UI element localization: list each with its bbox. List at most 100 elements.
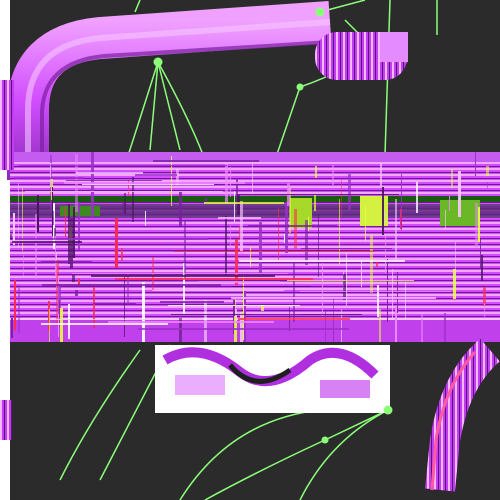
- glitch-streak: [348, 174, 351, 210]
- glitch-scanline: [186, 280, 238, 281]
- glitch-scanline: [160, 301, 224, 303]
- glitch-scanline: [12, 241, 82, 243]
- glitch-streak: [49, 309, 50, 342]
- glitch-streak: [385, 235, 386, 273]
- glitch-streak: [339, 199, 340, 264]
- glitch-streak: [384, 211, 385, 224]
- glitch-scanline: [41, 323, 168, 325]
- glitch-scanline: [15, 238, 208, 240]
- glitch-streak: [379, 309, 381, 342]
- glitch-streak: [315, 166, 317, 178]
- glitch-streak: [370, 235, 373, 293]
- glitch-streak: [325, 311, 326, 342]
- glitch-scanline: [174, 251, 374, 252]
- glitch-fragment-left: [0, 80, 14, 170]
- glitch-streak: [380, 163, 382, 186]
- glitch-streak: [53, 211, 54, 225]
- glitch-scanline: [14, 177, 84, 179]
- glitch-streak: [285, 202, 288, 253]
- glitch-streak: [361, 260, 362, 287]
- glitch-scanline: [168, 305, 300, 306]
- glitch-streak: [343, 274, 346, 300]
- glitch-streak: [72, 275, 75, 282]
- glitch-streak: [395, 307, 397, 342]
- glitch-scanline: [231, 297, 436, 299]
- glitch-scanline: [66, 180, 162, 181]
- glitch-streak: [395, 199, 397, 260]
- glitch-streak: [449, 196, 450, 211]
- glitch-inset-speckle: [320, 380, 370, 398]
- glitch-streak: [237, 194, 240, 215]
- glitch-streak: [11, 318, 13, 338]
- glitch-streak: [294, 209, 297, 249]
- glitch-streak: [240, 312, 243, 342]
- glitch-scanline: [218, 217, 261, 219]
- glitch-streak: [481, 255, 483, 281]
- glitch-streak: [50, 163, 51, 187]
- glitch-streak: [171, 156, 172, 206]
- glitch-streak: [240, 201, 243, 252]
- node-point: [321, 436, 329, 444]
- glitch-streak: [35, 214, 37, 279]
- glitch-streak: [14, 280, 16, 330]
- glitch-scanline: [25, 191, 223, 192]
- glitch-streak: [397, 272, 398, 313]
- glitch-streak: [225, 216, 227, 276]
- glitch-streak: [293, 261, 295, 322]
- glitch-streak: [333, 299, 334, 342]
- glitch-streak: [377, 285, 379, 317]
- glitch-streak: [10, 234, 12, 240]
- glitch-streak: [416, 182, 418, 213]
- glitch-scanline: [240, 194, 399, 195]
- glitch-scanline: [42, 284, 221, 286]
- glitch-scanline: [115, 278, 313, 280]
- glitch-scanline: [153, 160, 259, 162]
- glitch-streak: [252, 160, 253, 195]
- glitch-streak: [65, 207, 66, 237]
- node-point: [296, 83, 304, 91]
- glitch-streak: [480, 239, 481, 268]
- glitch-streak: [179, 191, 182, 226]
- glitch-streak: [52, 187, 53, 236]
- glitch-streak: [124, 193, 126, 214]
- glitch-streak: [421, 314, 423, 342]
- glitch-streak: [451, 169, 453, 188]
- glitch-scanline: [238, 318, 350, 320]
- glitch-scanline: [239, 260, 405, 262]
- glitch-streak: [230, 226, 231, 246]
- glitch-streak: [341, 180, 342, 217]
- node-point: [383, 405, 393, 415]
- glitch-streak: [486, 166, 489, 176]
- glitch-scanline: [300, 291, 451, 292]
- glitch-inset-speckle: [175, 375, 225, 395]
- glitch-streak: [278, 208, 279, 260]
- glitch-streak: [259, 222, 262, 273]
- glitch-streak: [145, 211, 146, 226]
- glitch-streak: [392, 269, 393, 318]
- glitch-scanline: [72, 273, 288, 274]
- glitch-streak: [59, 300, 60, 327]
- glitch-streak: [365, 206, 366, 241]
- glitch-streak: [250, 247, 251, 267]
- glitch-art-svg: [0, 0, 500, 500]
- glitch-streak: [184, 220, 186, 278]
- glitch-streak: [458, 171, 461, 217]
- glitch-streak: [387, 259, 388, 322]
- glitch-scanline: [204, 202, 284, 204]
- glitch-streak: [308, 217, 309, 231]
- glitch-streak: [13, 213, 15, 245]
- glitch-streak: [475, 203, 478, 248]
- glitch-scanline: [232, 286, 311, 287]
- glitch-streak: [401, 174, 402, 230]
- glitch-streak: [455, 242, 456, 276]
- glitch-scanline: [138, 328, 349, 330]
- glitch-streak: [314, 195, 316, 211]
- glitch-streak: [475, 152, 476, 176]
- glitch-scanline: [64, 182, 245, 184]
- glitch-scanline: [108, 321, 274, 323]
- glitch-streak: [75, 290, 78, 296]
- glitch-streak: [37, 195, 39, 232]
- glitch-streak: [68, 304, 70, 339]
- glitch-scanline: [41, 261, 92, 263]
- glitch-streak: [115, 218, 118, 268]
